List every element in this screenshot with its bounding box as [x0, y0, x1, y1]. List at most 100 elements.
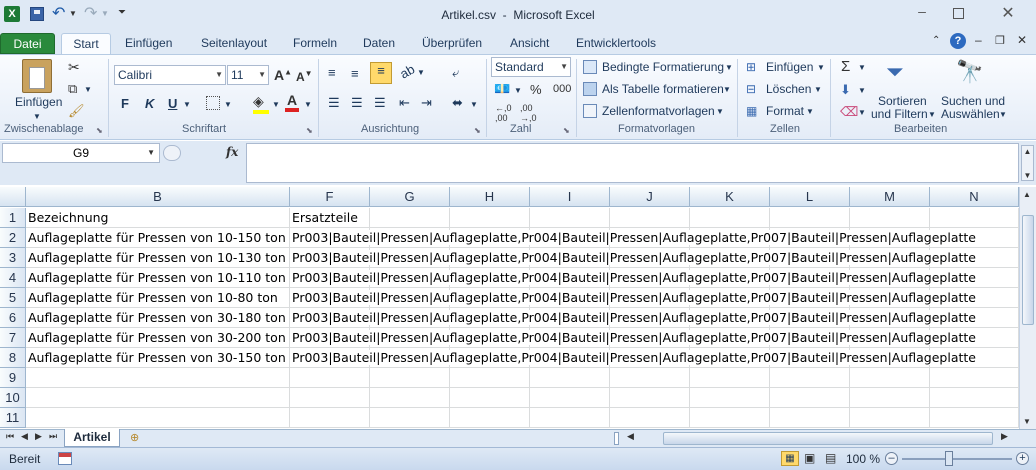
- cell-n1[interactable]: [930, 208, 1019, 228]
- name-box[interactable]: G9 ▼: [2, 143, 160, 163]
- chevron-down-icon[interactable]: ▼: [725, 63, 733, 72]
- cell-f2[interactable]: Pr003|Bauteil|Pressen|Auflageplatte,Pr00…: [290, 228, 976, 248]
- underline-button[interactable]: U: [168, 96, 177, 111]
- cell-f10[interactable]: [290, 388, 370, 408]
- page-break-view-icon[interactable]: ▤: [825, 451, 836, 465]
- cell-l1[interactable]: [770, 208, 850, 228]
- tab-datei[interactable]: Datei: [0, 33, 55, 54]
- cell-j1[interactable]: [610, 208, 690, 228]
- row-header[interactable]: 1: [0, 208, 26, 228]
- page-layout-view-icon[interactable]: ▣: [804, 451, 815, 465]
- cell-b8[interactable]: Auflageplatte für Pressen von 30-150 ton: [26, 348, 290, 368]
- sheet-tab-artikel[interactable]: Artikel: [64, 429, 120, 447]
- cell-g9[interactable]: [370, 368, 450, 388]
- cell-l9[interactable]: [770, 368, 850, 388]
- borders-dropdown-icon[interactable]: ▼: [224, 100, 232, 109]
- column-header-n[interactable]: N: [930, 187, 1019, 207]
- tab-split-handle[interactable]: [614, 432, 619, 445]
- help-icon[interactable]: ?: [950, 33, 966, 49]
- cell-h10[interactable]: [450, 388, 530, 408]
- conditional-formatting-icon[interactable]: [583, 60, 597, 74]
- cell-b11[interactable]: [26, 408, 290, 428]
- underline-dropdown-icon[interactable]: ▼: [183, 100, 191, 109]
- scroll-down-icon[interactable]: ▼: [1023, 417, 1031, 426]
- align-center-icon[interactable]: ☰: [351, 95, 363, 111]
- prev-sheet-icon[interactable]: ◀: [21, 431, 28, 442]
- formula-bar-resize-handle[interactable]: [163, 145, 181, 161]
- cell-b6[interactable]: Auflageplatte für Pressen von 30-180 ton: [26, 308, 290, 328]
- cell-f8[interactable]: Pr003|Bauteil|Pressen|Auflageplatte,Pr00…: [290, 348, 976, 368]
- insert-function-icon[interactable]: fx: [226, 145, 238, 159]
- cell-h9[interactable]: [450, 368, 530, 388]
- scroll-up-icon[interactable]: ▲: [1023, 190, 1031, 199]
- percent-style-icon[interactable]: %: [530, 82, 542, 97]
- cell-f7[interactable]: Pr003|Bauteil|Pressen|Auflageplatte,Pr00…: [290, 328, 976, 348]
- cell-i9[interactable]: [530, 368, 610, 388]
- clipboard-launcher-icon[interactable]: ⬊: [96, 126, 103, 135]
- zoom-slider-thumb[interactable]: [945, 451, 953, 466]
- align-bottom-icon[interactable]: ≡: [370, 62, 392, 84]
- paste-icon[interactable]: [22, 59, 52, 93]
- horizontal-scroll-thumb[interactable]: [663, 432, 993, 445]
- merge-dropdown-icon[interactable]: ▼: [470, 100, 478, 109]
- column-header-i[interactable]: I: [530, 187, 610, 207]
- sort-filter-button-line1[interactable]: Sortieren: [878, 94, 927, 108]
- borders-icon[interactable]: [206, 96, 220, 110]
- number-launcher-icon[interactable]: ⬊: [563, 126, 570, 135]
- next-sheet-icon[interactable]: ▶: [35, 431, 42, 442]
- column-header-j[interactable]: J: [610, 187, 690, 207]
- cut-icon[interactable]: ✂: [68, 59, 80, 76]
- format-as-table-button[interactable]: Als Tabelle formatieren: [602, 82, 724, 96]
- font-color-icon[interactable]: A: [285, 92, 299, 112]
- tab-start[interactable]: Start: [61, 33, 111, 54]
- cell-b4[interactable]: Auflageplatte für Pressen von 10-110 ton: [26, 268, 290, 288]
- chevron-down-icon[interactable]: ▼: [806, 107, 814, 116]
- cell-m1[interactable]: [850, 208, 930, 228]
- chevron-down-icon[interactable]: ▼: [928, 110, 936, 119]
- zoom-level[interactable]: 100 %: [846, 452, 880, 466]
- macro-record-icon[interactable]: [58, 452, 72, 465]
- cell-i10[interactable]: [530, 388, 610, 408]
- font-color-dropdown-icon[interactable]: ▼: [304, 100, 312, 109]
- doc-restore-icon[interactable]: ❐: [995, 34, 1005, 47]
- cell-i11[interactable]: [530, 408, 610, 428]
- insert-sheet-icon[interactable]: ⊕: [130, 431, 139, 444]
- cell-b1[interactable]: Bezeichnung: [26, 208, 290, 228]
- cell-b10[interactable]: [26, 388, 290, 408]
- bold-button[interactable]: F: [121, 96, 129, 111]
- row-header[interactable]: 11: [0, 408, 26, 428]
- row-header[interactable]: 9: [0, 368, 26, 388]
- cell-f3[interactable]: Pr003|Bauteil|Pressen|Auflageplatte,Pr00…: [290, 248, 976, 268]
- tab-einfuegen[interactable]: Einfügen: [125, 33, 172, 54]
- accounting-dropdown-icon[interactable]: ▼: [514, 86, 522, 95]
- italic-button[interactable]: K: [145, 96, 154, 111]
- cell-g10[interactable]: [370, 388, 450, 408]
- align-left-icon[interactable]: ☰: [328, 95, 340, 111]
- cell-h1[interactable]: [450, 208, 530, 228]
- cell-j10[interactable]: [610, 388, 690, 408]
- cell-f5[interactable]: Pr003|Bauteil|Pressen|Auflageplatte,Pr00…: [290, 288, 976, 308]
- align-middle-icon[interactable]: ≡: [351, 66, 359, 81]
- zoom-slider-track[interactable]: [902, 458, 1012, 460]
- cell-b5[interactable]: Auflageplatte für Pressen von 10-80 ton: [26, 288, 290, 308]
- orientation-icon[interactable]: ab: [397, 61, 417, 81]
- cell-j11[interactable]: [610, 408, 690, 428]
- chevron-down-icon[interactable]: ▼: [814, 85, 822, 94]
- fill-color-icon[interactable]: ◈: [253, 93, 269, 114]
- delete-cells-icon[interactable]: ⊟: [746, 82, 756, 96]
- tab-ansicht[interactable]: Ansicht: [510, 33, 549, 54]
- chevron-down-icon[interactable]: ▼: [817, 63, 825, 72]
- cell-g11[interactable]: [370, 408, 450, 428]
- cell-k1[interactable]: [690, 208, 770, 228]
- increase-decimal-icon[interactable]: ←,0,00: [495, 103, 512, 123]
- row-header[interactable]: 2: [0, 228, 26, 248]
- cell-n11[interactable]: [930, 408, 1019, 428]
- decrease-indent-icon[interactable]: ⇤: [399, 95, 410, 111]
- clear-icon[interactable]: ⌫: [840, 104, 858, 120]
- accounting-format-icon[interactable]: 💶: [494, 81, 510, 97]
- cell-f6[interactable]: Pr003|Bauteil|Pressen|Auflageplatte,Pr00…: [290, 308, 976, 328]
- cell-styles-button[interactable]: Zellenformatvorlagen: [602, 104, 715, 118]
- tab-daten[interactable]: Daten: [363, 33, 395, 54]
- row-header[interactable]: 4: [0, 268, 26, 288]
- doc-close-icon[interactable]: ✕: [1017, 33, 1027, 47]
